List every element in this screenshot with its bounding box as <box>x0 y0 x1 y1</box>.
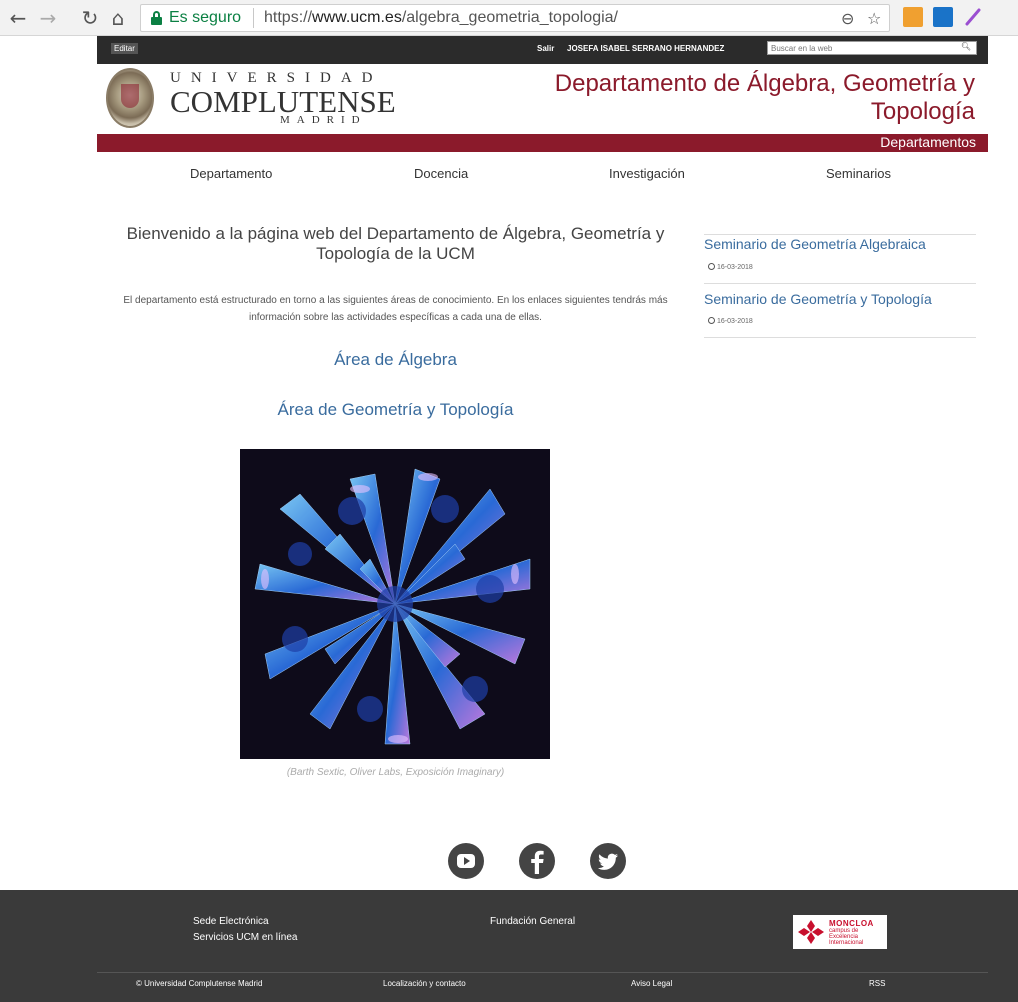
ucm-topbar: Editar Salir JOSEFA ISABEL SERRANO HERNA… <box>97 36 988 64</box>
footer-link-rss[interactable]: RSS <box>869 979 885 988</box>
intro-paragraph: El departamento está estructurado en tor… <box>123 295 668 323</box>
footer-link-fundacion[interactable]: Fundación General <box>490 916 575 927</box>
logout-link[interactable]: Salir <box>537 44 554 53</box>
url-path: /algebra_geometria_topologia/ <box>401 9 618 26</box>
youtube-icon[interactable] <box>448 843 484 879</box>
moncloa-mark-icon <box>798 920 824 944</box>
area-geometria-link[interactable]: Área de Geometría y Topología <box>108 400 683 420</box>
footer-link-aviso-legal[interactable]: Aviso Legal <box>631 979 672 988</box>
footer-link-contacto[interactable]: Localización y contacto <box>383 979 466 988</box>
extension-new-icon[interactable] <box>933 7 953 27</box>
back-icon[interactable]: ← <box>6 6 30 30</box>
facebook-icon[interactable] <box>519 843 555 879</box>
forward-icon[interactable]: → <box>36 6 60 30</box>
clock-icon <box>708 317 715 324</box>
user-name: JOSEFA ISABEL SERRANO HERNANDEZ <box>567 44 725 53</box>
logo-madrid-text: MADRID <box>280 114 367 126</box>
nav-item-seminarios[interactable]: Seminarios <box>826 166 891 181</box>
edit-button[interactable]: Editar <box>111 43 138 54</box>
sidebar-divider <box>704 234 976 235</box>
footer-link-servicios[interactable]: Servicios UCM en línea <box>193 932 297 943</box>
department-title[interactable]: Departamento de Álgebra, Geometría y Top… <box>515 70 975 126</box>
nav-item-investigacion[interactable]: Investigación <box>609 166 685 181</box>
moncloa-subtitle: campus de Excelencia Internacional <box>829 928 863 946</box>
seminar-date-text: 16-03-2018 <box>717 264 753 271</box>
reload-icon[interactable]: ↻ <box>78 6 102 30</box>
welcome-heading: Bienvenido a la página web del Departame… <box>126 224 665 263</box>
clock-icon <box>708 263 715 270</box>
lock-icon <box>151 11 162 25</box>
seminar-link-geometria-topologia[interactable]: Seminario de Geometría y Topología <box>704 291 932 307</box>
footer-copyright: © Universidad Complutense Madrid <box>136 979 263 988</box>
sidebar-divider <box>704 283 976 284</box>
home-icon[interactable]: ⌂ <box>106 6 130 30</box>
moncloa-line: Internacional <box>829 940 864 946</box>
twitter-icon[interactable] <box>590 843 626 879</box>
seminar-date-text: 16-03-2018 <box>717 318 753 325</box>
address-bar[interactable]: Es seguro https://www.ucm.es/algebra_geo… <box>140 4 890 32</box>
extension-chart-icon[interactable] <box>903 7 923 27</box>
seminar-date: 16-03-2018 <box>708 263 753 271</box>
bookmark-star-icon[interactable]: ☆ <box>867 9 881 28</box>
image-caption: (Barth Sextic, Oliver Labs, Exposición I… <box>286 767 505 778</box>
site-search-input[interactable] <box>767 41 977 55</box>
seminar-link-geometria-algebraica[interactable]: Seminario de Geometría Algebraica <box>704 236 926 252</box>
nav-item-departamento[interactable]: Departamento <box>190 166 272 181</box>
barth-sextic-image <box>240 449 550 759</box>
extension-pen-icon[interactable] <box>963 7 983 27</box>
area-algebra-link[interactable]: Área de Álgebra <box>108 350 683 370</box>
university-seal-logo[interactable] <box>106 68 154 128</box>
url-scheme: https:// <box>264 9 313 26</box>
section-link-departamentos[interactable]: Departamentos <box>880 134 976 150</box>
address-divider <box>253 8 254 28</box>
moncloa-campus-logo[interactable]: MONCLOA campus de Excelencia Internacion… <box>793 915 887 949</box>
footer-divider <box>97 972 988 973</box>
zoom-icon[interactable]: ⊖ <box>841 9 854 28</box>
nav-item-docencia[interactable]: Docencia <box>414 166 468 181</box>
section-bar: Departamentos <box>97 134 988 152</box>
footer-link-sede[interactable]: Sede Electrónica <box>193 916 269 927</box>
url-host: www.ucm.es <box>312 9 402 26</box>
seminar-date: 16-03-2018 <box>708 317 753 325</box>
search-icon[interactable]: 🔍︎ <box>955 42 977 54</box>
moncloa-title: MONCLOA <box>829 919 874 928</box>
url-text[interactable]: https://www.ucm.es/algebra_geometria_top… <box>264 9 618 27</box>
browser-toolbar: ← → ↻ ⌂ Es seguro https://www.ucm.es/alg… <box>0 0 1018 36</box>
secure-label: Es seguro <box>169 9 242 26</box>
sidebar-divider <box>704 337 976 338</box>
